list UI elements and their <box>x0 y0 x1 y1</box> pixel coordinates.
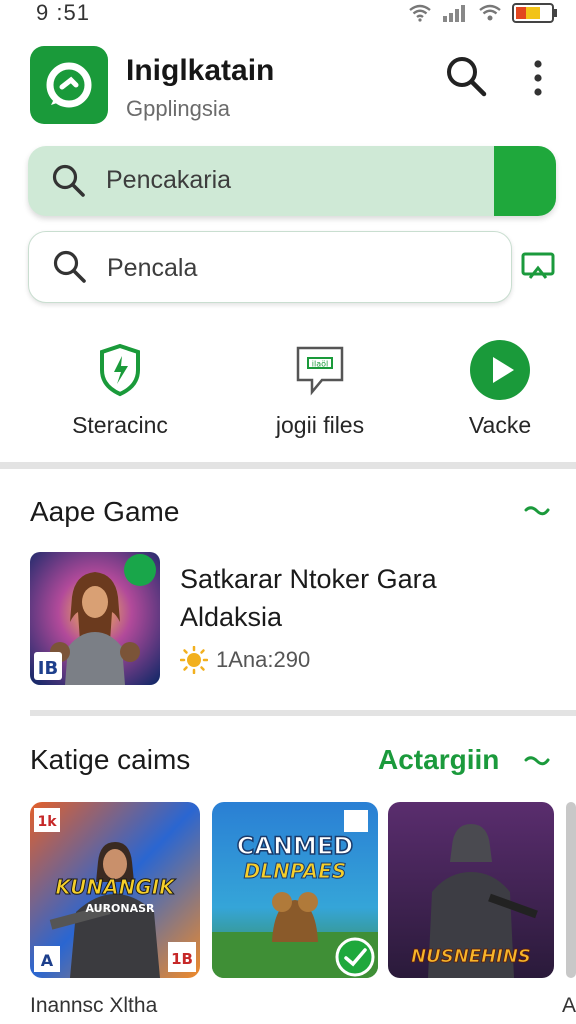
shield-icon <box>100 343 140 397</box>
quick-action-label: Vacke <box>468 412 532 438</box>
signal-icon <box>443 5 465 22</box>
app-logo <box>30 46 108 124</box>
card-art-title: KUNANGIK <box>55 875 176 899</box>
app-title: Iniglkatain <box>126 54 275 87</box>
section-divider <box>0 462 576 469</box>
wifi-icon-2 <box>479 4 501 21</box>
wifi-icon <box>409 4 431 22</box>
search-placeholder: Pencakaria <box>106 166 232 194</box>
quick-action-steracinc[interactable]: Steracinc <box>35 338 205 448</box>
game-card-partial[interactable] <box>566 802 576 978</box>
section-title-featured: Aape Game <box>30 496 180 527</box>
quick-action-label: jogii files <box>275 412 365 438</box>
sun-icon <box>180 646 208 674</box>
game-card-art: CANMED DLNPAES <box>212 802 378 978</box>
play-icon <box>470 340 530 400</box>
app-logo-icon <box>46 62 92 108</box>
game-card[interactable]: NUSNEHINS <box>388 802 554 978</box>
search-placeholder: Pencala <box>107 254 198 282</box>
app-subtitle: Gpplingsia <box>126 96 230 121</box>
game-thumbnail[interactable]: IB <box>30 552 160 685</box>
game-card-art: NUSNEHINS <box>388 802 554 978</box>
expand-button[interactable] <box>522 502 552 522</box>
quick-action-label: Steracinc <box>72 412 168 438</box>
status-bar: 9 :51 <box>0 0 576 25</box>
game-card[interactable]: KUNANGIK AURONASR 1k A 1B <box>30 802 200 978</box>
quick-action-jogii-files[interactable]: ilaöl jogii files <box>235 338 405 448</box>
quick-action-vacke[interactable]: Vacke <box>415 338 576 448</box>
search-input-secondary[interactable]: Pencala <box>28 231 512 303</box>
more-options-button[interactable] <box>526 58 550 102</box>
game-title-line2: Aldaksia <box>180 602 283 632</box>
rating-text: 1Ana:290 <box>216 647 311 672</box>
card-badge-bottom-right: 1B <box>171 950 193 968</box>
cast-icon <box>521 252 555 279</box>
header-search-button[interactable] <box>444 54 488 98</box>
card-art-subtitle: DLNPAES <box>244 859 346 883</box>
expand-button[interactable] <box>522 752 552 772</box>
section-title-categories: Katige caims <box>30 744 191 775</box>
card-art-subtitle: AURONASR <box>85 902 155 915</box>
chat-file-icon: ilaöl <box>296 346 344 396</box>
section-divider <box>30 710 576 716</box>
status-time: 9 :51 <box>36 0 90 25</box>
card-caption-partial: A <box>562 994 576 1017</box>
card-badge-top: 1k <box>37 814 57 830</box>
card-art-title: CANMED <box>237 832 353 860</box>
status-icons <box>408 2 558 24</box>
battery-icon <box>512 3 557 23</box>
game-title-line1: Satkarar Ntoker Gara <box>180 564 437 594</box>
cast-button[interactable] <box>520 248 556 284</box>
search-submit-button[interactable] <box>494 146 556 216</box>
game-card[interactable]: CANMED DLNPAES <box>212 802 378 978</box>
search-input-primary[interactable]: Pencakaria <box>28 146 556 216</box>
card-caption: Inannsc Xltha <box>30 994 158 1017</box>
search-icon <box>53 250 86 283</box>
search-icon <box>447 57 487 97</box>
game-art-image: IB <box>30 552 160 685</box>
card-badge-bottom-left: A <box>41 951 54 970</box>
chevron-down-icon <box>524 756 550 766</box>
game-rating: 1Ana:290 <box>180 646 310 674</box>
section-action-link[interactable]: Actargiin <box>378 744 499 776</box>
card-art-title: NUSNEHINS <box>411 946 531 967</box>
game-title[interactable]: Satkarar Ntoker Gara Aldaksia <box>180 560 560 636</box>
game-card-art: KUNANGIK AURONASR 1k A 1B <box>30 802 200 978</box>
game-badge: IB <box>38 658 58 679</box>
search-icon <box>52 164 85 197</box>
svg-text:ilaöl: ilaöl <box>312 360 328 369</box>
more-vert-icon <box>534 60 542 96</box>
chevron-down-icon <box>524 506 550 516</box>
